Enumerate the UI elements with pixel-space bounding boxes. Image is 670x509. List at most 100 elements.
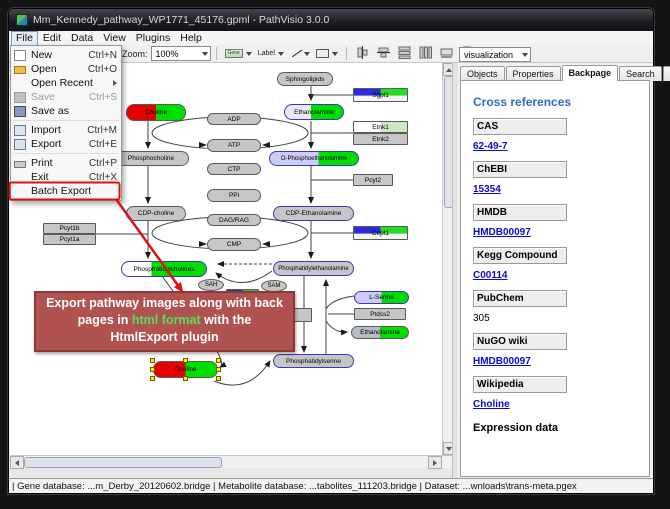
file-menu-item-open-recent[interactable]: Open Recent [11,76,121,90]
pathway-node-atp[interactable]: ATP [207,139,261,152]
pathway-node-ethanolamine[interactable]: Ethanolamine [284,104,344,120]
label-tool-button[interactable]: Label [258,50,284,57]
menu-separator [13,153,119,154]
pathway-node-cdp-ethanolamine[interactable]: CDP-Ethanolamine [273,206,354,221]
canvas-horizontal-scrollbar[interactable] [10,455,452,468]
selection-handle[interactable] [216,367,221,372]
menu-view[interactable]: View [98,32,131,45]
pathway-node-phosphatidylserine[interactable]: Phosphatidylserine [273,354,354,368]
xref-value: 305 [473,313,490,324]
menu-help[interactable]: Help [175,32,207,45]
pathway-node-sgpl1[interactable]: Sgpl1 [353,88,408,102]
pathway-node-pcyt2[interactable]: Pcyt2 [353,174,393,186]
pathway-node-sphingolipids[interactable]: Sphingolipids [277,72,333,86]
arrow-left-icon [15,460,19,466]
xref-section-cas: CAS 62-49-7 [461,118,649,152]
scroll-left-button[interactable] [10,456,24,469]
expression-data-heading: Expression data [473,422,649,434]
menu-file[interactable]: File [11,31,38,46]
visualization-combobox[interactable]: visualization [459,47,531,62]
blank-icon [14,186,26,197]
pathway-node-choline[interactable]: Choline [126,104,186,121]
callout-line2: pages in html format with the [38,312,291,329]
xref-link[interactable]: C00114 [473,270,507,281]
pathway-node-sah[interactable]: SAH [198,279,224,291]
menu-data[interactable]: Data [66,32,98,45]
pathway-node-cept1[interactable]: Cept1 [353,226,408,240]
pathway-node-ethanolamine-bottom[interactable]: Ethanolamine [351,326,409,339]
file-menu-item-exit[interactable]: Exit Ctrl+X [11,170,121,184]
tab-legend[interactable]: Legend [663,66,670,81]
selection-handle[interactable] [216,376,221,381]
xref-link[interactable]: Choline [473,399,510,410]
pathway-node-adp[interactable]: ADP [207,113,261,125]
pathway-node-phosphatidylcholines[interactable]: Phosphatidylcholines [121,261,207,277]
xref-link[interactable]: 15354 [473,184,501,195]
xref-header: NuGO wiki [473,333,567,350]
pathway-node-ppi[interactable]: PPi [207,189,261,202]
menu-plugins[interactable]: Plugins [131,32,175,45]
xref-link[interactable]: HMDB00097 [473,356,531,367]
shape-icon [316,49,329,58]
selection-handle[interactable] [183,358,188,363]
pathway-node-o-phosphoethanolamine[interactable]: O-Phosphoethanolamine [269,151,359,166]
pathway-node-ctp[interactable]: CTP [207,163,261,175]
file-menu-item-open[interactable]: Open Ctrl+O [11,62,121,76]
pathway-node-pcyt1a[interactable]: Pcyt1a [43,234,96,245]
tab-search[interactable]: Search [619,66,662,81]
horizontal-scroll-thumb[interactable] [24,457,222,468]
common-width-icon[interactable] [440,46,453,61]
distribute-vertical-icon[interactable] [398,46,411,61]
selection-handle[interactable] [150,358,155,363]
xref-link[interactable]: 62-49-7 [473,141,507,152]
chevron-down-icon [332,52,338,56]
distribute-horizontal-icon[interactable] [419,46,432,61]
selection-handle[interactable] [150,376,155,381]
xref-link[interactable]: HMDB00097 [473,227,531,238]
file-menu-item-import[interactable]: Import Ctrl+M [11,123,121,137]
tab-properties[interactable]: Properties [506,66,561,81]
chevron-down-icon [304,52,310,56]
align-center-x-icon[interactable] [356,46,369,61]
toolbar-separator [346,47,347,60]
callout-line1: Export pathway images along with back [38,295,291,312]
chevron-down-icon [278,52,284,56]
tab-backpage[interactable]: Backpage [562,65,619,81]
scroll-right-button[interactable] [428,456,442,469]
tab-objects[interactable]: Objects [460,66,505,81]
file-menu-item-save-as[interactable]: Save as [11,104,121,118]
file-menu-item-batch-export[interactable]: Batch Export [11,184,121,198]
save-as-disk-icon [14,106,26,117]
align-center-y-icon[interactable] [377,46,390,61]
save-disk-icon [14,92,26,103]
menu-separator [13,120,119,121]
pathway-node-phosphatidylethanolamine[interactable]: Phosphatidylethanolamine [273,261,354,276]
xref-header: CAS [473,118,567,135]
pathway-node-pcyt1b[interactable]: Pcyt1b [43,223,96,234]
shape-tool-button[interactable] [316,49,338,58]
title-bar[interactable]: Mm_Kennedy_pathway_WP1771_45176.gpml - P… [9,9,653,31]
xref-header: ChEBI [473,161,567,178]
file-menu-item-new[interactable]: New Ctrl+N [11,48,121,62]
selection-handle[interactable] [216,358,221,363]
new-file-icon [14,50,26,61]
pathway-node-etnk2[interactable]: Etnk2 [353,133,408,145]
file-menu-item-export[interactable]: Export Ctrl+E [11,137,121,151]
pathway-node-cmp[interactable]: CMP [207,238,261,251]
datanode-tool-button[interactable]: Gene [225,49,252,58]
line-tool-button[interactable] [290,48,310,59]
selection-handle[interactable] [183,376,188,381]
zoom-combobox[interactable]: 100% [151,46,211,61]
file-menu-item-print[interactable]: Print Ctrl+P [11,156,121,170]
pathway-node-etnk1[interactable]: Etnk1 [353,121,408,133]
selected-node-group[interactable]: Choline [153,361,218,378]
xref-header: Wikipedia [473,376,567,393]
selection-handle[interactable] [150,367,155,372]
menu-edit[interactable]: Edit [38,32,66,45]
pathway-node-l-serine[interactable]: L-Serine [354,291,409,304]
pathway-node-cdp-choline[interactable]: CDP-choline [126,206,186,221]
pathway-node-dag[interactable]: DAG/RAG [207,214,261,226]
xref-section-wikipedia: Wikipedia Choline [461,376,649,410]
pathway-node-ptdss2[interactable]: Ptdss2 [354,308,406,320]
pathway-node-phosphocholine[interactable]: Phosphocholine [113,151,189,166]
